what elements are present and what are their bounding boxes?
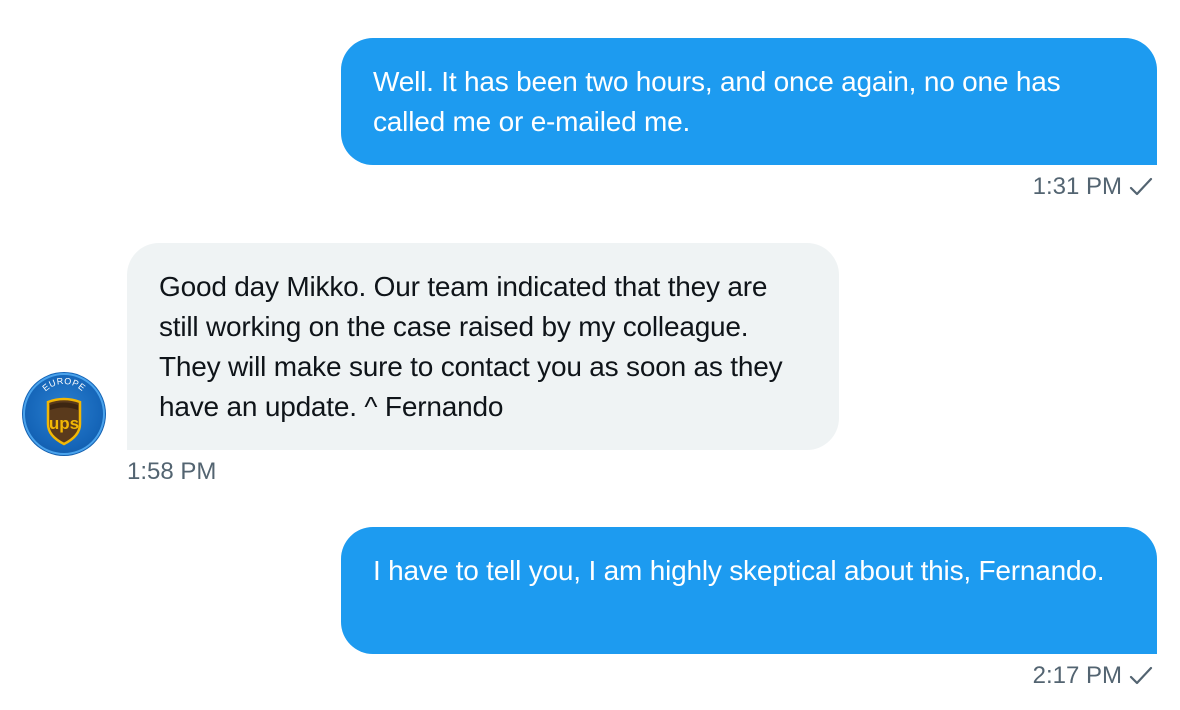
message-meta: 1:31 PM — [1033, 172, 1154, 202]
outgoing-message-bubble[interactable]: Well. It has been two hours, and once ag… — [341, 38, 1157, 165]
incoming-message-bubble[interactable]: Good day Mikko. Our team indicated that … — [127, 243, 839, 450]
avatar-label-main: ups — [49, 414, 79, 433]
message-text: I have to tell you, I am highly skeptica… — [373, 555, 1105, 586]
check-icon — [1128, 665, 1154, 687]
message-timestamp: 1:58 PM — [127, 458, 217, 485]
check-icon — [1128, 176, 1154, 198]
message-timestamp: 1:31 PM — [1032, 173, 1122, 200]
avatar[interactable]: EUROPE ups — [22, 372, 106, 456]
message-timestamp: 2:17 PM — [1032, 662, 1122, 689]
message-meta: 1:58 PM — [127, 457, 216, 487]
ups-europe-logo-icon: EUROPE ups — [23, 373, 105, 455]
message-text: Good day Mikko. Our team indicated that … — [159, 271, 783, 422]
message-text: Well. It has been two hours, and once ag… — [373, 66, 1061, 137]
outgoing-message-bubble[interactable]: I have to tell you, I am highly skeptica… — [341, 527, 1157, 654]
message-meta: 2:17 PM — [1033, 661, 1154, 691]
